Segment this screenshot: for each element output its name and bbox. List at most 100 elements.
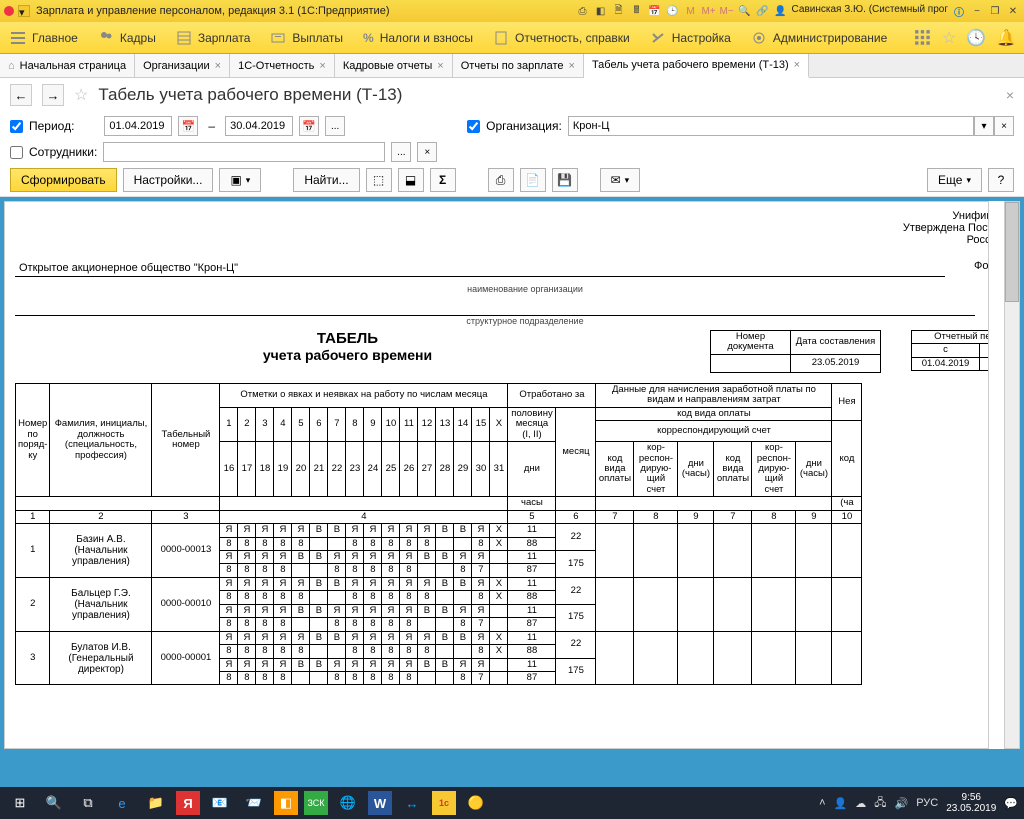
- dropdown-icon[interactable]: ▾: [974, 116, 994, 136]
- menu-vyplaty[interactable]: Выплаты: [260, 22, 353, 53]
- menu-admin[interactable]: Администрирование: [741, 22, 897, 53]
- calendar-icon[interactable]: 📅: [178, 116, 198, 136]
- restore-icon[interactable]: ❐: [988, 4, 1002, 18]
- taskview-icon[interactable]: ⧉: [74, 789, 102, 817]
- search-icon[interactable]: 🔍: [40, 789, 68, 817]
- chrome-icon[interactable]: 🌐: [334, 789, 362, 817]
- 1c-icon2[interactable]: 🟡: [462, 789, 490, 817]
- tab-home[interactable]: ⌂Начальная страница: [0, 54, 135, 77]
- menu-nalogi[interactable]: %Налоги и взносы: [353, 22, 483, 53]
- tab-zp[interactable]: Отчеты по зарплате×: [453, 54, 584, 77]
- fav-star-icon[interactable]: ☆: [942, 28, 956, 48]
- menu-kadry[interactable]: Кадры: [88, 22, 166, 53]
- tab-1c[interactable]: 1С-Отчетность×: [230, 54, 335, 77]
- document-scroll[interactable]: Унифицированн Утверждена Постановлен Рос…: [4, 201, 989, 749]
- emp-input[interactable]: [103, 142, 385, 162]
- scrollbar-thumb[interactable]: [1005, 202, 1019, 302]
- app1-icon[interactable]: ◧: [274, 791, 298, 815]
- scrollbar[interactable]: [1004, 201, 1020, 749]
- mail-button[interactable]: ✉ ▾: [600, 168, 641, 192]
- tostruct-button[interactable]: ▣ ▾: [219, 168, 261, 192]
- preview-icon[interactable]: ◧: [594, 4, 608, 18]
- collapse-icon[interactable]: ⬓: [398, 168, 424, 192]
- calc-icon[interactable]: 🖩: [630, 4, 644, 18]
- close-icon[interactable]: ×: [569, 60, 575, 72]
- clear-icon[interactable]: ×: [994, 116, 1014, 136]
- emp-checkbox[interactable]: [10, 146, 23, 159]
- user-name: Савинская З.Ю. (Системный прог: [792, 4, 948, 18]
- sound-icon[interactable]: 🔊: [895, 797, 909, 810]
- print-icon[interactable]: ⎙: [488, 168, 514, 192]
- date-to-input[interactable]: [225, 116, 293, 136]
- close-page-icon[interactable]: ×: [1006, 87, 1014, 103]
- mail-icon[interactable]: 📧: [206, 789, 234, 817]
- more-button[interactable]: Еще ▾: [927, 168, 982, 192]
- edge-icon[interactable]: e: [108, 789, 136, 817]
- doc-approved: Утверждена Постановлен: [15, 222, 989, 234]
- explorer-icon[interactable]: 📁: [142, 789, 170, 817]
- clear-icon[interactable]: ×: [417, 142, 437, 162]
- page-header: ← → ☆ Табель учета рабочего времени (Т-1…: [0, 78, 1024, 112]
- info-icon[interactable]: ⓘ: [952, 4, 966, 18]
- teamviewer-icon[interactable]: ↔: [398, 789, 426, 817]
- yandex-icon[interactable]: Я: [176, 791, 200, 815]
- app2-icon[interactable]: ЗСК: [304, 791, 328, 815]
- period-checkbox[interactable]: [10, 120, 23, 133]
- org-checkbox[interactable]: [467, 120, 480, 133]
- search-icon[interactable]: 🔍: [738, 4, 752, 18]
- link-icon[interactable]: 🔗: [756, 4, 770, 18]
- nav-back-button[interactable]: ←: [10, 84, 32, 106]
- tab-tabel[interactable]: Табель учета рабочего времени (Т-13)×: [584, 54, 809, 78]
- clock[interactable]: 9:5623.05.2019: [946, 792, 996, 814]
- period-select-button[interactable]: ...: [325, 116, 345, 136]
- help-button[interactable]: ?: [988, 168, 1014, 192]
- menu-zarplata[interactable]: Зарплата: [166, 22, 261, 53]
- form-button[interactable]: Сформировать: [10, 168, 117, 192]
- apps-icon[interactable]: [914, 29, 932, 47]
- find-button[interactable]: Найти...: [293, 168, 359, 192]
- settings-button[interactable]: Настройки...: [123, 168, 214, 192]
- history-icon[interactable]: 🕓: [966, 28, 986, 48]
- calendar-icon[interactable]: 📅: [648, 4, 662, 18]
- tab-kadr[interactable]: Кадровые отчеты×: [335, 54, 453, 77]
- close-icon[interactable]: ×: [437, 60, 443, 72]
- 1c-icon[interactable]: 1c: [432, 791, 456, 815]
- nav-fwd-button[interactable]: →: [42, 84, 64, 106]
- sum-icon[interactable]: Σ: [430, 168, 456, 192]
- m-plus-icon[interactable]: M+: [702, 4, 716, 18]
- save-icon[interactable]: 💾: [552, 168, 578, 192]
- menu-main[interactable]: Главное: [0, 22, 88, 53]
- close-window-icon[interactable]: ✕: [1006, 4, 1020, 18]
- close-icon[interactable]: ×: [319, 60, 325, 72]
- org-input[interactable]: [568, 116, 974, 136]
- close-icon[interactable]: ×: [794, 59, 800, 71]
- lang-indicator[interactable]: РУС: [916, 797, 938, 809]
- date-from-input[interactable]: [104, 116, 172, 136]
- close-icon[interactable]: ×: [215, 60, 221, 72]
- outlook-icon[interactable]: 📨: [240, 789, 268, 817]
- doc-title1: ТАБЕЛЬ: [15, 330, 680, 347]
- clock-icon[interactable]: 🕒: [666, 4, 680, 18]
- document-icon[interactable]: 🗎: [612, 4, 626, 18]
- dropdown-icon[interactable]: ▾: [18, 5, 30, 17]
- onedrive-icon[interactable]: ☁: [855, 797, 866, 810]
- expand-icon[interactable]: ⬚: [366, 168, 392, 192]
- m-minus-icon[interactable]: M−: [720, 4, 734, 18]
- tab-org[interactable]: Организации×: [135, 54, 230, 77]
- network-icon[interactable]: 🖧: [874, 794, 886, 813]
- favorite-icon[interactable]: ☆: [74, 85, 88, 105]
- menu-settings[interactable]: Настройка: [640, 22, 741, 53]
- export-icon[interactable]: 📄: [520, 168, 546, 192]
- bell-icon[interactable]: 🔔: [996, 28, 1016, 48]
- calendar-icon[interactable]: 📅: [299, 116, 319, 136]
- menu-reports[interactable]: Отчетность, справки: [483, 22, 640, 53]
- emp-select-button[interactable]: ...: [391, 142, 411, 162]
- start-icon[interactable]: ⊞: [6, 789, 34, 817]
- people-icon[interactable]: 👤: [834, 797, 848, 810]
- print-icon[interactable]: ⎙: [576, 4, 590, 18]
- minimize-icon[interactable]: −: [970, 4, 984, 18]
- m-icon[interactable]: M: [684, 4, 698, 18]
- word-icon[interactable]: W: [368, 791, 392, 815]
- notifications-icon[interactable]: 💬: [1004, 797, 1018, 810]
- tray-chevron-icon[interactable]: ˄: [819, 797, 825, 809]
